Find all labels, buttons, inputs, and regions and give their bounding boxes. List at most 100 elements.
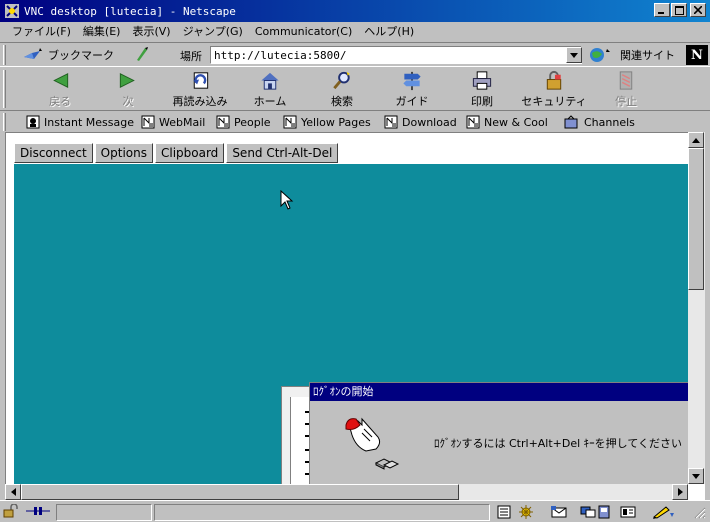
- instant-message-icon: [26, 115, 40, 129]
- personal-item-new-and-cool[interactable]: New & Cool: [466, 114, 548, 130]
- menu-communicator[interactable]: Communicator(C): [249, 23, 358, 41]
- arrow-right-icon: [677, 488, 683, 496]
- search-icon: [333, 71, 350, 90]
- reload-button[interactable]: 再読み込み: [168, 69, 232, 109]
- horizontal-scroll-thumb[interactable]: [21, 484, 459, 500]
- address-book-icon[interactable]: [596, 505, 612, 519]
- status-message-panel: [154, 504, 490, 521]
- search-button[interactable]: 検索: [310, 69, 374, 109]
- bookmark-page-icon: [466, 115, 480, 129]
- connection-status[interactable]: [26, 504, 54, 521]
- url-history-dropdown[interactable]: [566, 47, 582, 63]
- navigator-icon[interactable]: [518, 505, 534, 519]
- personal-toolbar: Instant Message WebMail People Yellow Pa…: [0, 110, 710, 132]
- arrow-up-icon: [692, 137, 700, 143]
- menu-bar: ファイル(F) 編集(E) 表示(V) ジャンプ(G) Communicator…: [0, 22, 710, 42]
- related-sites-button[interactable]: 関連サイト: [588, 45, 675, 65]
- window-title-bar[interactable]: VNC desktop [lutecia] - Netscape: [0, 0, 710, 22]
- arrow-left-icon: [10, 488, 16, 496]
- disconnect-button[interactable]: Disconnect: [14, 143, 93, 163]
- component-bar-icon[interactable]: [496, 505, 512, 519]
- minimize-button[interactable]: [654, 3, 670, 17]
- pointing-hand-icon: [345, 417, 381, 452]
- related-sites-icon: [590, 48, 610, 62]
- composer-icon[interactable]: [620, 505, 636, 519]
- progress-panel: [56, 504, 152, 521]
- guide-icon: [403, 71, 421, 91]
- horizontal-scrollbar[interactable]: [5, 484, 688, 500]
- page-proxy-icon[interactable]: [134, 46, 150, 65]
- print-icon: [472, 71, 492, 90]
- scroll-down-button[interactable]: [688, 468, 704, 484]
- guide-button[interactable]: ガイド: [380, 69, 444, 109]
- bookmark-page-icon: [216, 115, 230, 129]
- personal-item-download[interactable]: Download: [384, 114, 457, 130]
- scroll-up-button[interactable]: [688, 132, 704, 148]
- bookmarks-button[interactable]: ブックマーク: [22, 45, 114, 65]
- vertical-scroll-thumb[interactable]: [688, 148, 704, 290]
- mouse-cursor-icon: [280, 190, 294, 210]
- send-ctrl-alt-del-button[interactable]: Send Ctrl-Alt-Del: [226, 143, 339, 163]
- scroll-left-button[interactable]: [5, 484, 21, 500]
- back-icon: [53, 73, 69, 88]
- personal-item-yellow-pages[interactable]: Yellow Pages: [283, 114, 371, 130]
- menu-edit[interactable]: 編集(E): [77, 23, 127, 41]
- security-status[interactable]: [2, 503, 22, 521]
- vertical-scrollbar[interactable]: [688, 132, 705, 484]
- stop-icon: [619, 71, 633, 90]
- vnc-button-bar: Disconnect Options Clipboard Send Ctrl-A…: [14, 143, 339, 163]
- print-button[interactable]: 印刷: [450, 69, 514, 109]
- status-bar: [0, 500, 710, 522]
- home-button[interactable]: ホーム: [238, 69, 302, 109]
- close-button[interactable]: [690, 3, 706, 17]
- toolbar-grip[interactable]: [3, 70, 6, 108]
- vnc-remote-desktop[interactable]: ﾛｸﾞｵﾝの開始 ﾛｸﾞｵﾝするには Ctrl+Alt+Del ｷｰを押してくだ…: [14, 164, 691, 484]
- forward-icon: [119, 73, 135, 88]
- personal-item-instant-message[interactable]: Instant Message: [26, 114, 134, 130]
- resize-grip[interactable]: [692, 505, 708, 519]
- background-window: [281, 386, 313, 484]
- security-button[interactable]: セキュリティ: [521, 69, 587, 109]
- forward-button[interactable]: 次: [96, 69, 160, 109]
- reload-icon: [193, 72, 209, 89]
- home-icon: [261, 72, 279, 90]
- menu-go[interactable]: ジャンプ(G): [177, 23, 249, 41]
- page-content: Disconnect Options Clipboard Send Ctrl-A…: [5, 132, 705, 500]
- location-toolbar: ブックマーク 場所 http://lutecia:5800/ 関連サイト N: [0, 42, 710, 66]
- toolbar-grip[interactable]: [3, 113, 6, 131]
- stop-button[interactable]: 停止: [594, 69, 658, 109]
- bookmark-page-icon: [141, 115, 155, 129]
- options-button[interactable]: Options: [94, 143, 153, 163]
- personal-item-channels[interactable]: Channels: [562, 114, 635, 130]
- window-title: VNC desktop [lutecia] - Netscape: [24, 4, 236, 18]
- logon-message: ﾛｸﾞｵﾝするには Ctrl+Alt+Del ｷｰを押してください: [434, 437, 683, 450]
- netscape-app-icon[interactable]: [4, 3, 20, 19]
- scroll-right-button[interactable]: [672, 484, 688, 500]
- netscape-logo[interactable]: N: [686, 45, 708, 65]
- network-plug-icon: [26, 507, 50, 515]
- toolbar-grip[interactable]: [3, 45, 6, 65]
- logon-dialog[interactable]: ﾛｸﾞｵﾝの開始 ﾛｸﾞｵﾝするには Ctrl+Alt+Del ｷｰを押してくだ…: [309, 382, 691, 484]
- location-label: 場所: [180, 50, 202, 63]
- menu-help[interactable]: ヘルプ(H): [358, 23, 420, 41]
- menu-file[interactable]: ファイル(F): [6, 23, 77, 41]
- bookmark-page-icon: [384, 115, 398, 129]
- back-button[interactable]: 戻る: [28, 69, 92, 109]
- chevron-down-icon: [570, 52, 578, 58]
- bookmarks-icon: [24, 48, 42, 59]
- url-input[interactable]: http://lutecia:5800/: [210, 46, 582, 64]
- personal-item-webmail[interactable]: WebMail: [141, 114, 205, 130]
- discussions-icon[interactable]: [580, 505, 596, 519]
- channels-icon: [564, 115, 578, 129]
- navigation-toolbar: 戻る 次 再読み込み ホーム 検索 ガイド 印刷 セキュリティ 停止: [0, 66, 710, 110]
- personal-item-people[interactable]: People: [216, 114, 271, 130]
- maximize-button[interactable]: [671, 3, 687, 17]
- clipboard-button[interactable]: Clipboard: [154, 143, 225, 163]
- security-icon: [546, 70, 562, 90]
- messenger-icon[interactable]: [550, 505, 567, 519]
- pencil-edit-icon[interactable]: [652, 505, 676, 519]
- keyboard-keys-icon: [374, 458, 400, 470]
- logon-dialog-title: ﾛｸﾞｵﾝの開始: [310, 383, 691, 401]
- menu-view[interactable]: 表示(V): [126, 23, 176, 41]
- unlocked-padlock-icon: [3, 503, 18, 518]
